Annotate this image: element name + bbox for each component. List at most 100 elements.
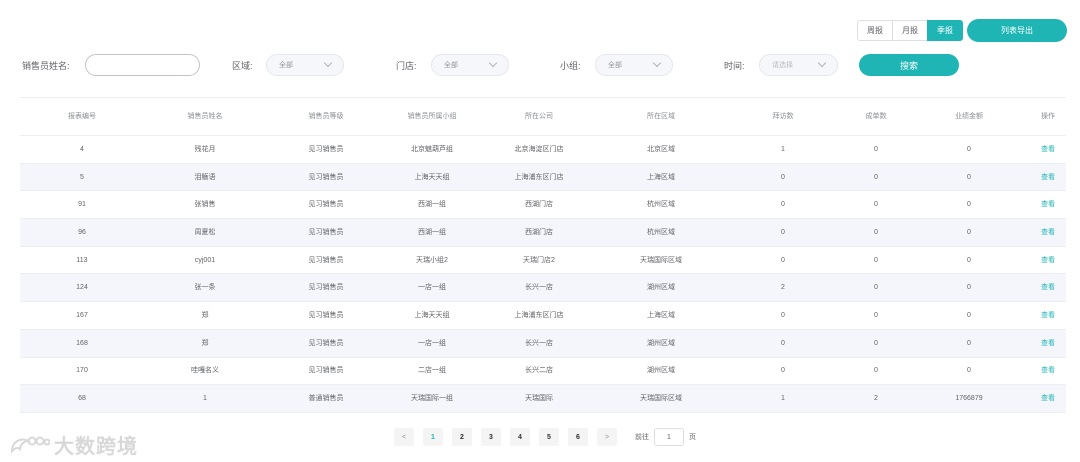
cell-company: 西湖门店 — [525, 228, 553, 236]
view-link[interactable]: 查看 — [1030, 302, 1066, 329]
view-link[interactable]: 查看 — [1030, 385, 1066, 412]
cell-deal-count: 0 — [874, 228, 878, 236]
goto-page-input[interactable]: 1 — [654, 428, 684, 446]
cell-salesperson-level: 见习销售员 — [308, 228, 344, 236]
period-switch: 周报 月报 季报 — [857, 20, 963, 41]
table-row: 4 残花月 见习销售员 北京魅葫芦组 北京海淀区门店 北京区域 1 0 0 查看 — [20, 136, 1066, 164]
period-weekly-button[interactable]: 周报 — [857, 20, 893, 41]
period-quarterly-button[interactable]: 季报 — [927, 20, 963, 41]
cell-salesperson-name: 周夏松 — [194, 228, 216, 236]
cell-sales-amount: 0 — [967, 311, 971, 319]
group-select[interactable]: 全部 — [595, 54, 673, 76]
cell-salesperson-group: 西湖一组 — [418, 228, 446, 236]
chevron-down-icon — [817, 58, 827, 68]
view-link[interactable]: 查看 — [1030, 219, 1066, 246]
cell-sales-amount: 0 — [967, 145, 971, 153]
cell-deal-count: 0 — [874, 145, 878, 153]
cell-report-id: 4 — [80, 145, 84, 153]
cell-region: 湖州区域 — [647, 339, 675, 347]
cell-report-id: 124 — [76, 284, 88, 292]
cell-region: 湖州区域 — [647, 284, 675, 292]
view-link[interactable]: 查看 — [1030, 191, 1066, 218]
cell-sales-amount: 0 — [967, 367, 971, 375]
view-link[interactable]: 查看 — [1030, 247, 1066, 274]
dolphin-logo-icon — [10, 436, 50, 453]
cell-region: 湖州区域 — [647, 367, 675, 375]
cell-salesperson-name: 泪觞语 — [194, 173, 216, 181]
page-button-6[interactable]: 6 — [568, 428, 588, 446]
table-row: 68 1 普通销售员 天瑞国际一组 天瑞国际 天瑞国际区域 1 2 1766879 查看 — [20, 385, 1066, 413]
region-select-value: 全部 — [279, 62, 293, 69]
goto-label: 前往 — [635, 434, 649, 441]
export-list-button[interactable]: 列表导出 — [967, 19, 1067, 42]
cell-visit-count: 0 — [781, 201, 785, 209]
column-header-company: 所在公司 — [525, 113, 553, 120]
cell-salesperson-group: 天瑞小组2 — [416, 256, 448, 264]
region-select[interactable]: 全部 — [266, 54, 344, 76]
chevron-down-icon — [488, 58, 498, 68]
cell-salesperson-name: 张一条 — [194, 284, 216, 292]
cell-report-id: 96 — [78, 228, 86, 236]
cell-visit-count: 0 — [781, 228, 785, 236]
cell-visit-count: 0 — [781, 256, 785, 264]
cell-company: 北京海淀区门店 — [514, 145, 564, 153]
cell-report-id: 113 — [76, 256, 88, 264]
cell-salesperson-group: 上海天天组 — [414, 173, 450, 181]
cell-deal-count: 0 — [874, 201, 878, 209]
time-picker[interactable]: 请选择 — [759, 54, 838, 76]
cell-salesperson-name: 张销售 — [194, 201, 216, 209]
page-button-5[interactable]: 5 — [539, 428, 559, 446]
view-link[interactable]: 查看 — [1030, 164, 1066, 191]
cell-salesperson-name: 郑 — [201, 339, 209, 347]
store-select[interactable]: 全部 — [431, 54, 509, 76]
cell-sales-amount: 0 — [967, 228, 971, 236]
cell-salesperson-group: 天瑞国际一组 — [411, 395, 453, 403]
cell-region: 上海区域 — [647, 173, 675, 181]
cell-salesperson-name: cyj001 — [194, 256, 216, 264]
page-button-2[interactable]: 2 — [452, 428, 472, 446]
cell-region: 天瑞国际区域 — [640, 256, 682, 264]
period-monthly-button[interactable]: 月报 — [892, 20, 928, 41]
page-list: 123456 — [423, 428, 597, 446]
view-link[interactable]: 查看 — [1030, 136, 1066, 163]
cell-report-id: 170 — [76, 367, 88, 375]
view-link[interactable]: 查看 — [1030, 330, 1066, 357]
cell-report-id: 168 — [76, 339, 88, 347]
cell-sales-amount: 0 — [967, 284, 971, 292]
view-link[interactable]: 查看 — [1030, 274, 1066, 301]
page-button-4[interactable]: 4 — [510, 428, 530, 446]
cell-sales-amount: 1766879 — [955, 395, 983, 403]
store-label: 门店: — [396, 61, 417, 71]
page-button-1[interactable]: 1 — [423, 428, 443, 446]
next-page-button[interactable]: > — [597, 428, 617, 446]
page-button-3[interactable]: 3 — [481, 428, 501, 446]
cell-salesperson-name: 郑 — [201, 311, 209, 319]
cell-salesperson-group: 上海天天组 — [414, 311, 450, 319]
chevron-down-icon — [323, 58, 333, 68]
report-table: 报表编号 销售员姓名 销售员等级 销售员所属小组 所在公司 所在区域 拜访数 成单数 业绩金额 操… — [20, 97, 1066, 413]
search-button[interactable]: 搜索 — [859, 54, 959, 76]
cell-salesperson-level: 见习销售员 — [308, 367, 344, 375]
table-row: 170 哇嘎名义 见习销售员 二店一组 长兴二店 湖州区域 0 0 0 查看 — [20, 358, 1066, 386]
column-header-sales-amount: 业绩金额 — [955, 113, 983, 120]
cell-company: 长兴一店 — [525, 339, 553, 347]
column-header-salesperson-name: 销售员姓名 — [187, 113, 223, 120]
cell-salesperson-group: 一店一组 — [418, 284, 446, 292]
cell-salesperson-level: 见习销售员 — [308, 284, 344, 292]
cell-salesperson-group: 西湖一组 — [418, 201, 446, 209]
prev-page-button[interactable]: < — [394, 428, 414, 446]
cell-report-id: 167 — [76, 311, 88, 319]
cell-company: 上海浦东区门店 — [514, 311, 564, 319]
cell-company: 长兴二店 — [525, 367, 553, 375]
column-header-region: 所在区域 — [647, 113, 675, 120]
cell-salesperson-name: 1 — [203, 395, 207, 403]
salesperson-name-input[interactable] — [85, 54, 200, 76]
cell-report-id: 91 — [78, 201, 86, 209]
cell-salesperson-level: 见习销售员 — [308, 145, 344, 153]
region-label: 区域: — [232, 61, 253, 71]
cell-salesperson-level: 见习销售员 — [308, 201, 344, 209]
cell-deal-count: 0 — [874, 284, 878, 292]
view-link[interactable]: 查看 — [1030, 358, 1066, 385]
page-jumper: 前往 1 页 — [635, 428, 696, 446]
cell-salesperson-group: 一店一组 — [418, 339, 446, 347]
